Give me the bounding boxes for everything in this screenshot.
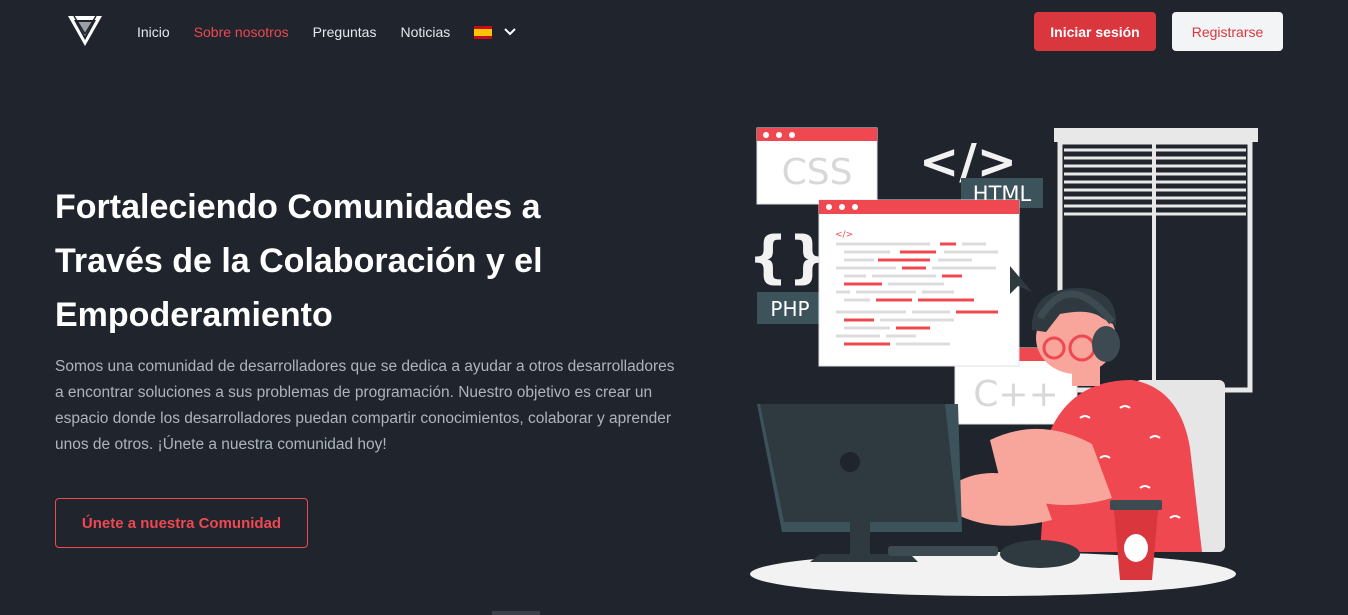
hero-title: Fortaleciendo Comunidades a Través de la… [55,188,543,334]
nav-link-inicio[interactable]: Inicio [137,24,170,40]
nav-link-noticias[interactable]: Noticias [400,24,450,40]
spain-flag-icon [474,25,493,39]
top-navbar: Inicio Sobre nosotros Preguntas Noticias… [0,0,1348,64]
svg-text:C++: C++ [973,374,1058,415]
headphones-icon [1092,326,1120,362]
svg-text:PHP: PHP [770,297,809,321]
join-community-button[interactable]: Únete a nuestra Comunidad [55,498,308,548]
mouse [1000,540,1080,568]
nav-links: Inicio Sobre nosotros Preguntas Noticias [137,0,516,64]
monitor [757,404,962,562]
scroll-indicator [492,611,540,615]
chevron-down-icon [504,28,516,36]
keyboard [888,546,998,556]
page: Inicio Sobre nosotros Preguntas Noticias… [0,0,1348,615]
logo-icon[interactable] [66,14,104,48]
braces-icon: {} [748,225,828,290]
cursor-icon [1010,266,1032,294]
developer-illustration: CSS </> HTML {} PHP C++ </> [748,127,1258,596]
php-badge: PHP [757,292,824,324]
svg-text:</>: </> [835,230,853,240]
login-button[interactable]: Iniciar sesión [1034,12,1156,51]
css-window: CSS [756,127,878,205]
register-button[interactable]: Registrarse [1172,12,1283,51]
language-selector[interactable] [474,25,516,39]
hero-description: Somos una comunidad de desarrolladores q… [55,358,675,453]
nav-link-sobre-nosotros[interactable]: Sobre nosotros [194,24,289,40]
code-window: </> [818,199,1020,367]
css-label: CSS [782,152,853,193]
nav-link-preguntas[interactable]: Preguntas [313,24,377,40]
